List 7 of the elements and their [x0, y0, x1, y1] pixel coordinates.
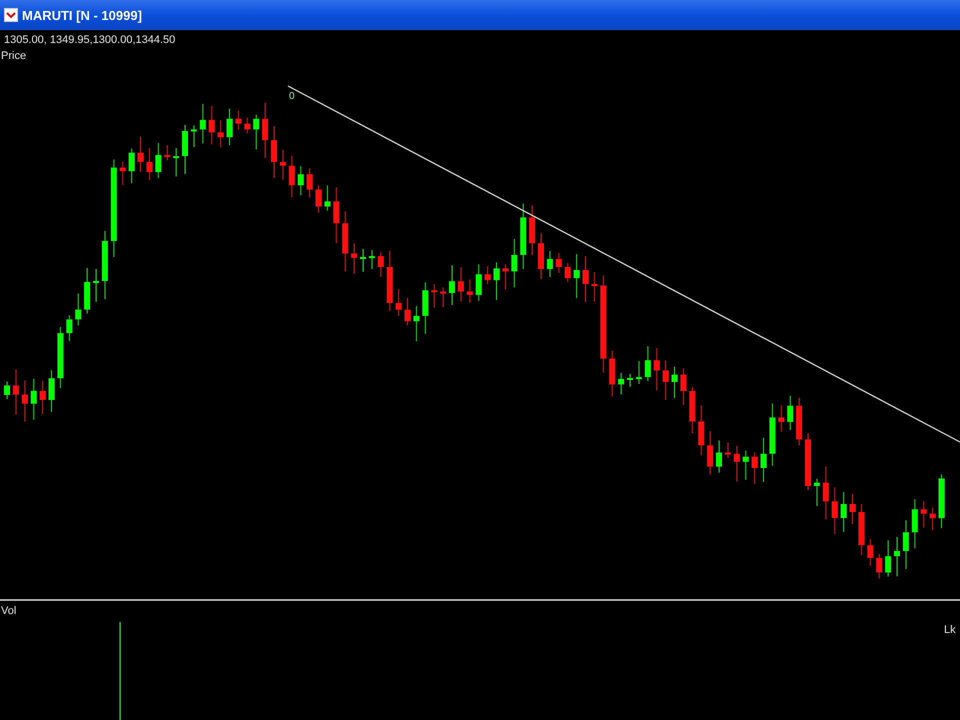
price-label: Price	[1, 50, 26, 62]
window-title: MARUTI [N - 10999]	[22, 8, 142, 22]
trendline-label: 0	[289, 91, 295, 102]
volume-unit: Lk	[944, 624, 956, 636]
app-icon	[4, 8, 18, 22]
volume-label: Vol	[1, 605, 16, 617]
ohlc-values: 1305.00, 1349.95,1300.00,1344.50	[4, 34, 176, 46]
